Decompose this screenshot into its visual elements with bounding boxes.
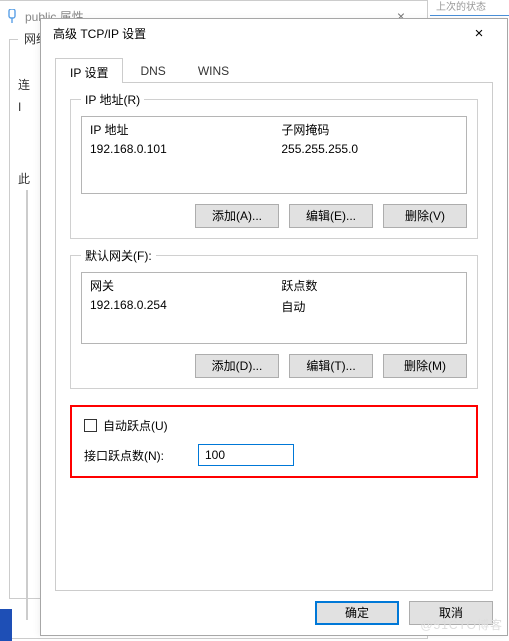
ip-delete-button[interactable]: 删除(V)	[383, 204, 467, 228]
auto-metric-checkbox[interactable]	[84, 419, 97, 432]
auto-metric-label: 自动跃点(U)	[103, 417, 168, 434]
ip-cell-address: 192.168.0.101	[90, 142, 281, 156]
watermark: @51CTO博客	[420, 616, 503, 633]
tab-ip-settings[interactable]: IP 设置	[55, 58, 123, 83]
ip-address-group: IP 地址(R) IP 地址 子网掩码 192.168.0.101 255.25…	[70, 99, 478, 239]
parent-inner-border	[26, 190, 28, 620]
tab-bar: IP 设置 DNS WINS	[55, 57, 493, 83]
advanced-tcpip-dialog: 高级 TCP/IP 设置 × IP 设置 DNS WINS IP 地址(R) I…	[40, 18, 508, 636]
parent-label-i: I	[18, 100, 21, 114]
ip-col-header-mask: 子网掩码	[281, 121, 458, 138]
gw-col-header-metric: 跃点数	[281, 277, 458, 294]
close-button[interactable]: ×	[459, 26, 499, 41]
parent-label-connect: 连	[18, 76, 30, 93]
network-adapter-icon	[5, 9, 19, 23]
top-frame-hint: 上次的状态	[430, 0, 509, 16]
ip-cell-mask: 255.255.255.0	[281, 142, 458, 156]
dialog-titlebar: 高级 TCP/IP 设置 ×	[41, 19, 507, 47]
ip-add-button[interactable]: 添加(A)...	[195, 204, 279, 228]
ip-address-list[interactable]: IP 地址 子网掩码 192.168.0.101 255.255.255.0	[81, 116, 467, 194]
ok-button[interactable]: 确定	[315, 601, 399, 625]
tab-wins[interactable]: WINS	[183, 58, 244, 83]
gw-cell-gateway: 192.168.0.254	[90, 298, 281, 315]
gw-delete-button[interactable]: 删除(M)	[383, 354, 467, 378]
gw-edit-button[interactable]: 编辑(T)...	[289, 354, 373, 378]
gw-cell-metric: 自动	[281, 298, 458, 315]
interface-metric-input[interactable]	[198, 444, 294, 466]
gateway-list[interactable]: 网关 跃点数 192.168.0.254 自动	[81, 272, 467, 344]
ip-address-legend: IP 地址(R)	[81, 91, 144, 108]
gateway-group: 默认网关(F): 网关 跃点数 192.168.0.254 自动 添加(D)..…	[70, 255, 478, 389]
tab-content-ip: IP 地址(R) IP 地址 子网掩码 192.168.0.101 255.25…	[55, 83, 493, 591]
ip-edit-button[interactable]: 编辑(E)...	[289, 204, 373, 228]
gateway-list-row[interactable]: 192.168.0.254 自动	[90, 298, 458, 315]
ip-col-header-address: IP 地址	[90, 121, 281, 138]
gateway-legend: 默认网关(F):	[81, 247, 156, 264]
parent-label-this: 此	[18, 170, 30, 187]
metric-highlight-box: 自动跃点(U) 接口跃点数(N):	[70, 405, 478, 478]
gw-add-button[interactable]: 添加(D)...	[195, 354, 279, 378]
ip-list-row[interactable]: 192.168.0.101 255.255.255.0	[90, 142, 458, 156]
taskbar-stub	[0, 609, 12, 641]
interface-metric-label: 接口跃点数(N):	[84, 447, 184, 464]
gw-col-header-gateway: 网关	[90, 277, 281, 294]
dialog-title: 高级 TCP/IP 设置	[53, 25, 146, 42]
tab-dns[interactable]: DNS	[125, 58, 180, 83]
